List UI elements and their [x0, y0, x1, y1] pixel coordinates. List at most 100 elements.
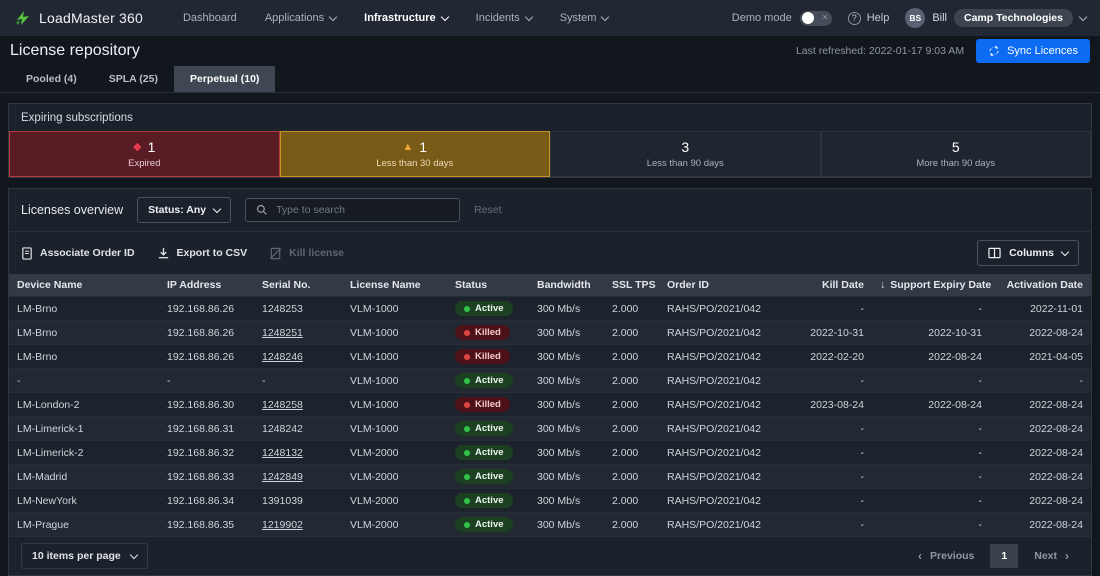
col-ssl-tps[interactable]: SSL TPS	[604, 274, 659, 297]
license-type-tabs: Pooled (4) SPLA (25) Perpetual (10)	[0, 66, 1100, 93]
cell-serial[interactable]: 1248242	[262, 423, 303, 435]
cell-ssl-tps: 2.000	[604, 465, 659, 489]
nav-label: System	[560, 12, 597, 24]
search-icon	[256, 204, 268, 216]
cell-serial[interactable]: 1248258	[262, 399, 303, 411]
columns-button[interactable]: Columns	[977, 240, 1079, 266]
col-device-name[interactable]: Device Name	[9, 274, 159, 297]
col-status[interactable]: Status	[447, 274, 529, 297]
table-row[interactable]: LM-Brno 192.168.86.26 1248246 VLM-1000 K…	[9, 345, 1091, 369]
cell-ip-address: -	[159, 369, 254, 393]
export-to-csv-button[interactable]: Export to CSV	[157, 247, 248, 260]
cell-kill-date: -	[784, 441, 872, 465]
cell-serial[interactable]: 1248253	[262, 303, 303, 315]
status-filter-value: Status: Any	[148, 204, 206, 216]
col-license-name[interactable]: License Name	[342, 274, 447, 297]
cell-serial[interactable]: -	[262, 375, 266, 387]
cell-serial[interactable]: 1248251	[262, 327, 303, 339]
cell-support-expiry: -	[872, 369, 990, 393]
table-row[interactable]: LM-Brno 192.168.86.26 1248251 VLM-1000 K…	[9, 321, 1091, 345]
nav-item-system[interactable]: System	[548, 6, 621, 30]
associate-order-id-button[interactable]: Associate Order ID	[21, 247, 135, 260]
tab-spla[interactable]: SPLA (25)	[93, 66, 174, 92]
cell-serial[interactable]: 1391039	[262, 495, 303, 507]
status-label: Killed	[475, 351, 501, 362]
status-dot-icon	[464, 378, 470, 384]
cell-ssl-tps: 2.000	[604, 297, 659, 321]
table-row[interactable]: LM-NewYork 192.168.86.34 1391039 VLM-200…	[9, 489, 1091, 513]
nav-item-applications[interactable]: Applications	[253, 6, 348, 30]
expiring-subscriptions-panel: Expiring subscriptions ◆ 1 Expired ▲ 1 L…	[8, 103, 1092, 178]
col-support-expiry-date[interactable]: ↓Support Expiry Date	[872, 274, 990, 297]
col-order-id[interactable]: Order ID	[659, 274, 784, 297]
tab-perpetual[interactable]: Perpetual (10)	[174, 66, 275, 92]
cell-bandwidth: 300 Mb/s	[529, 489, 604, 513]
cell-ssl-tps: 2.000	[604, 345, 659, 369]
status-badge: Active	[455, 373, 513, 388]
status-dot-icon	[464, 402, 470, 408]
table-toolbar: Associate Order ID Export to CSV Kill li…	[9, 232, 1091, 274]
col-ip-address[interactable]: IP Address	[159, 274, 254, 297]
cell-support-expiry: 2022-08-24	[872, 393, 990, 417]
col-kill-date[interactable]: Kill Date	[784, 274, 872, 297]
status-dot-icon	[464, 354, 470, 360]
status-label: Killed	[475, 327, 501, 338]
help-button[interactable]: ? Help	[848, 12, 890, 25]
licenses-overview-panel: Licenses overview Status: Any Reset Asso…	[8, 188, 1092, 576]
card-less-than-90-days[interactable]: 3 Less than 90 days	[550, 131, 821, 177]
cell-bandwidth: 300 Mb/s	[529, 417, 604, 441]
card-expired[interactable]: ◆ 1 Expired	[9, 131, 280, 177]
status-badge: Killed	[455, 349, 510, 364]
col-bandwidth[interactable]: Bandwidth	[529, 274, 604, 297]
tab-label: Perpetual (10)	[190, 73, 259, 85]
cell-ssl-tps: 2.000	[604, 417, 659, 441]
cell-serial[interactable]: 1219902	[262, 519, 303, 531]
cell-device-name: LM-NewYork	[9, 489, 159, 513]
brand[interactable]: LoadMaster 360	[14, 9, 143, 27]
sort-descending-icon[interactable]: ↓	[880, 279, 885, 291]
status-badge: Active	[455, 445, 513, 460]
items-per-page-dropdown[interactable]: 10 items per page	[21, 543, 148, 569]
cell-ip-address: 192.168.86.26	[159, 321, 254, 345]
demo-mode-toggle[interactable]: ×	[800, 11, 832, 26]
cell-license-name: VLM-2000	[342, 465, 447, 489]
table-body: LM-Brno 192.168.86.26 1248253 VLM-1000 A…	[9, 297, 1091, 537]
table-row[interactable]: LM-Limerick-1 192.168.86.31 1248242 VLM-…	[9, 417, 1091, 441]
table-row[interactable]: LM-Brno 192.168.86.26 1248253 VLM-1000 A…	[9, 297, 1091, 321]
chevron-down-icon	[524, 12, 532, 20]
cell-order-id: RAHS/PO/2021/042	[659, 345, 784, 369]
search-input[interactable]	[276, 204, 449, 216]
tab-pooled[interactable]: Pooled (4)	[10, 66, 93, 92]
document-icon	[21, 247, 33, 260]
cell-activation: 2022-08-24	[990, 321, 1091, 345]
cell-serial[interactable]: 1248132	[262, 447, 303, 459]
user-menu[interactable]: BS Bill Camp Technologies	[905, 8, 1086, 28]
col-serial-no[interactable]: Serial No.	[254, 274, 342, 297]
cell-serial[interactable]: 1242849	[262, 471, 303, 483]
next-label: Next	[1034, 550, 1057, 562]
card-more-than-90-days[interactable]: 5 More than 90 days	[821, 131, 1092, 177]
col-activation-date[interactable]: Activation Date	[990, 274, 1091, 297]
cell-bandwidth: 300 Mb/s	[529, 345, 604, 369]
table-row[interactable]: - - - VLM-1000 Active 300 Mb/s 2.000 RAH…	[9, 369, 1091, 393]
nav-item-infrastructure[interactable]: Infrastructure	[352, 6, 460, 30]
cell-serial[interactable]: 1248246	[262, 351, 303, 363]
status-dot-icon	[464, 306, 470, 312]
next-page-button[interactable]: Next ›	[1024, 543, 1079, 569]
table-row[interactable]: LM-Madrid 192.168.86.33 1242849 VLM-2000…	[9, 465, 1091, 489]
card-less-than-30-days[interactable]: ▲ 1 Less than 30 days	[280, 131, 551, 177]
cell-support-expiry: -	[872, 441, 990, 465]
nav-item-dashboard[interactable]: Dashboard	[171, 6, 249, 30]
table-row[interactable]: LM-London-2 192.168.86.30 1248258 VLM-10…	[9, 393, 1091, 417]
reset-button[interactable]: Reset	[474, 204, 501, 216]
user-name: Bill	[932, 12, 947, 24]
status-filter-dropdown[interactable]: Status: Any	[137, 197, 231, 223]
table-row[interactable]: LM-Limerick-2 192.168.86.32 1248132 VLM-…	[9, 441, 1091, 465]
nav-item-incidents[interactable]: Incidents	[464, 6, 544, 30]
kill-license-button[interactable]: Kill license	[269, 247, 344, 260]
search-box[interactable]	[245, 198, 460, 222]
sync-licences-button[interactable]: Sync Licences	[976, 39, 1090, 63]
table-row[interactable]: LM-Prague 192.168.86.35 1219902 VLM-2000…	[9, 513, 1091, 537]
page-number-1[interactable]: 1	[990, 544, 1018, 568]
previous-page-button[interactable]: ‹ Previous	[908, 543, 984, 569]
